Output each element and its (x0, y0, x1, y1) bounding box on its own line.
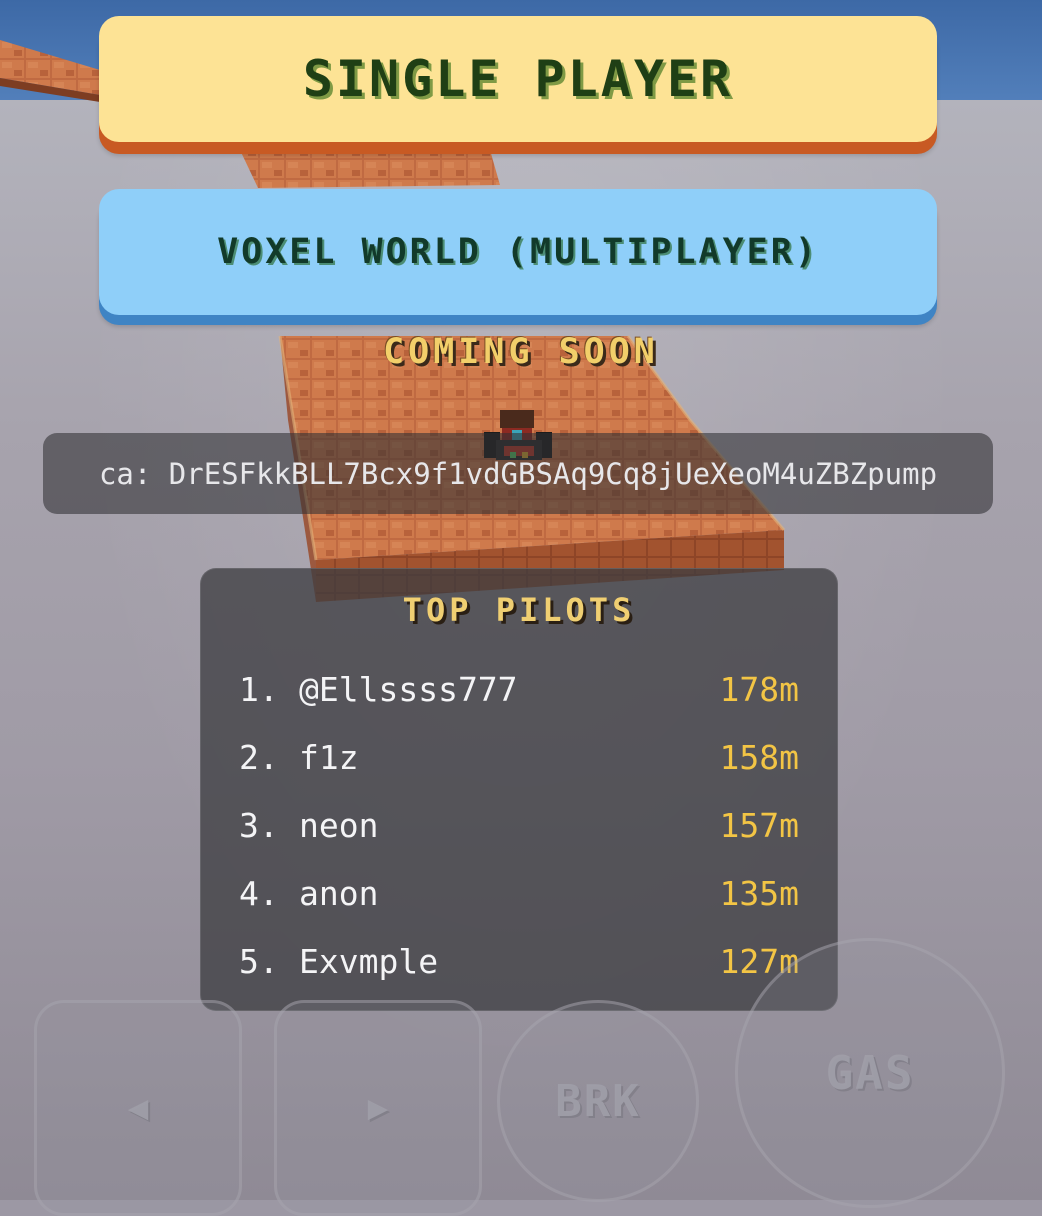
rank-number: 2. (239, 737, 279, 777)
contract-address-text: ca: DrESFkkBLL7Bcx9f1vdGBSAq9Cq8jUeXeoM4… (98, 456, 938, 491)
rank-number: 4. (239, 873, 279, 913)
pilot-name: neon (299, 805, 379, 845)
brake-button[interactable]: BRK (497, 1000, 699, 1202)
contract-address-bar[interactable]: ca: DrESFkkBLL7Bcx9f1vdGBSAq9Cq8jUeXeoM4… (43, 433, 993, 514)
pilot-distance: 178m (719, 669, 799, 709)
rank-number: 5. (239, 941, 279, 981)
leaderboard-panel: TOP PILOTS 1. @Ellssss777 178m 2. f1z 15… (200, 568, 838, 1011)
left-arrow-icon: ◀ (127, 1088, 149, 1128)
steer-left-button[interactable]: ◀ (34, 1000, 242, 1216)
leaderboard-row: 3. neon 157m (239, 791, 799, 859)
gas-label: GAS (825, 1046, 915, 1100)
single-player-button[interactable]: SINGLE PLAYER (99, 16, 937, 142)
leaderboard-row: 1. @Ellssss777 178m (239, 655, 799, 723)
rank-number: 3. (239, 805, 279, 845)
leaderboard-title: TOP PILOTS (402, 591, 636, 629)
leaderboard-row: 2. f1z 158m (239, 723, 799, 791)
pilot-distance: 135m (719, 873, 799, 913)
pilot-name: @Ellssss777 (299, 669, 518, 709)
leaderboard-list: 1. @Ellssss777 178m 2. f1z 158m 3. neon … (239, 655, 799, 995)
leaderboard-row: 4. anon 135m (239, 859, 799, 927)
gas-button[interactable]: GAS (735, 938, 1005, 1208)
pilot-name: anon (299, 873, 379, 913)
pilot-name: Exvmple (299, 941, 439, 981)
leaderboard-row: 5. Exvmple 127m (239, 927, 799, 995)
coming-soon-label: COMING SOON (383, 332, 659, 372)
right-arrow-icon: ▶ (367, 1088, 389, 1128)
pilot-distance: 158m (719, 737, 799, 777)
rank-number: 1. (239, 669, 279, 709)
multiplayer-button[interactable]: VOXEL WORLD (MULTIPLAYER) (99, 189, 937, 315)
pilot-distance: 157m (719, 805, 799, 845)
single-player-label: SINGLE PLAYER (302, 50, 734, 108)
pilot-name: f1z (299, 737, 359, 777)
brake-label: BRK (555, 1075, 641, 1127)
multiplayer-label: VOXEL WORLD (MULTIPLAYER) (217, 232, 819, 272)
steer-right-button[interactable]: ▶ (274, 1000, 482, 1216)
